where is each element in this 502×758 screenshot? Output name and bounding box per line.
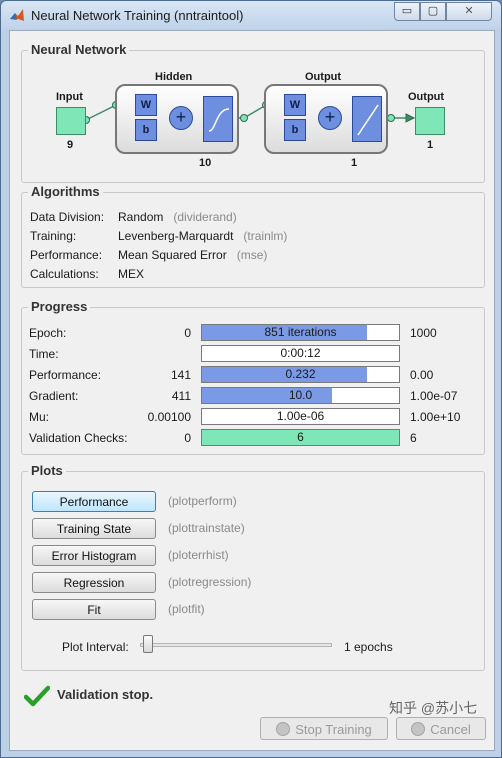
output-layer-size: 1: [351, 157, 358, 169]
algorithm-row-calculations: Calculations: MEX: [30, 267, 145, 281]
algorithm-row-training: Training: Levenberg-Marquardt (trainlm): [30, 229, 288, 243]
hidden-sum: +: [169, 106, 193, 130]
fit-plot-fn: (plotfit): [168, 602, 205, 616]
cancel-icon: [411, 722, 426, 736]
plot-interval-value: 1 epochs: [344, 640, 393, 654]
title-bar: Neural Network Training (nntraintool) ▭ …: [1, 1, 501, 29]
output-layer: W b +: [264, 84, 388, 154]
plot-interval-slider-track[interactable]: [140, 643, 332, 647]
performance-plot-fn: (plotperform): [168, 494, 237, 508]
tansig-icon: [208, 108, 230, 132]
status-message: Validation stop.: [57, 687, 154, 702]
stop-icon: [276, 722, 291, 736]
output-weight: W: [284, 94, 306, 116]
close-button[interactable]: ✕: [446, 2, 492, 21]
plot-interval-label: Plot Interval:: [62, 640, 129, 654]
maximize-button[interactable]: ▢: [420, 2, 446, 21]
output-bias: b: [284, 119, 306, 141]
algorithms-group: Algorithms Data Division: Random (dividera…: [21, 184, 485, 288]
time-progress-bar: 0:00:12: [201, 345, 400, 362]
performance-plot-button[interactable]: Performance: [32, 491, 156, 512]
window: Neural Network Training (nntraintool) ▭ …: [0, 0, 502, 758]
neural-network-group: Neural Network Input 9 Hidden W b + 10 O…: [21, 42, 485, 183]
performance-progress-bar: 0.232: [201, 366, 400, 383]
input-label: Input: [56, 91, 83, 103]
output-block: [415, 107, 445, 135]
output-layer-label: Output: [305, 71, 342, 83]
input-size: 9: [67, 139, 74, 151]
stop-training-button[interactable]: Stop Training: [260, 717, 388, 740]
check-icon: [24, 685, 50, 707]
purelin-icon: [357, 104, 379, 136]
hidden-size: 10: [199, 157, 212, 169]
minimize-button[interactable]: ▭: [394, 2, 420, 21]
hidden-layer: W b +: [115, 84, 239, 154]
output-transfer-function: [352, 96, 382, 142]
error-histogram-plot-button[interactable]: Error Histogram: [32, 545, 156, 566]
input-block: [56, 107, 86, 135]
algorithm-row-performance: Performance: Mean Squared Error (mse): [30, 248, 268, 262]
plots-group: Plots Performance (plotperform) Training…: [21, 463, 485, 671]
hidden-weight: W: [135, 94, 157, 116]
validation-checks-progress-bar: 6: [201, 429, 400, 446]
training-state-plot-button[interactable]: Training State: [32, 518, 156, 539]
hidden-transfer-function: [203, 96, 233, 142]
plot-interval-slider-thumb[interactable]: [143, 635, 153, 653]
fit-plot-button[interactable]: Fit: [32, 599, 156, 620]
watermark: 知乎 @苏小七: [389, 700, 478, 716]
matlab-icon: [10, 9, 24, 21]
progress-rows: Epoch: 0 851 iterations 1000 Time: 0:00:…: [29, 324, 461, 446]
output-sum: +: [318, 106, 342, 130]
training-state-plot-fn: (plottrainstate): [168, 521, 245, 535]
plots-title: Plots: [28, 463, 66, 478]
regression-plot-button[interactable]: Regression: [32, 572, 156, 593]
regression-plot-fn: (plotregression): [168, 575, 252, 589]
algorithm-row-data-division: Data Division: Random (dividerand): [30, 210, 237, 224]
error-histogram-plot-fn: (ploterrhist): [168, 548, 229, 562]
hidden-bias: b: [135, 119, 157, 141]
gradient-progress-bar: 10.0: [201, 387, 400, 404]
output-label: Output: [408, 91, 445, 103]
output-size: 1: [427, 139, 434, 151]
connector-line: [85, 104, 117, 121]
window-title: Neural Network Training (nntraintool): [31, 8, 244, 23]
cancel-button[interactable]: Cancel: [396, 717, 486, 740]
epoch-progress-bar: 851 iterations: [201, 324, 400, 341]
client-area: Neural Network Input 9 Hidden W b + 10 O…: [9, 30, 495, 751]
hidden-layer-label: Hidden: [155, 71, 193, 83]
algorithms-title: Algorithms: [28, 184, 103, 199]
mu-progress-bar: 1.00e-06: [201, 408, 400, 425]
